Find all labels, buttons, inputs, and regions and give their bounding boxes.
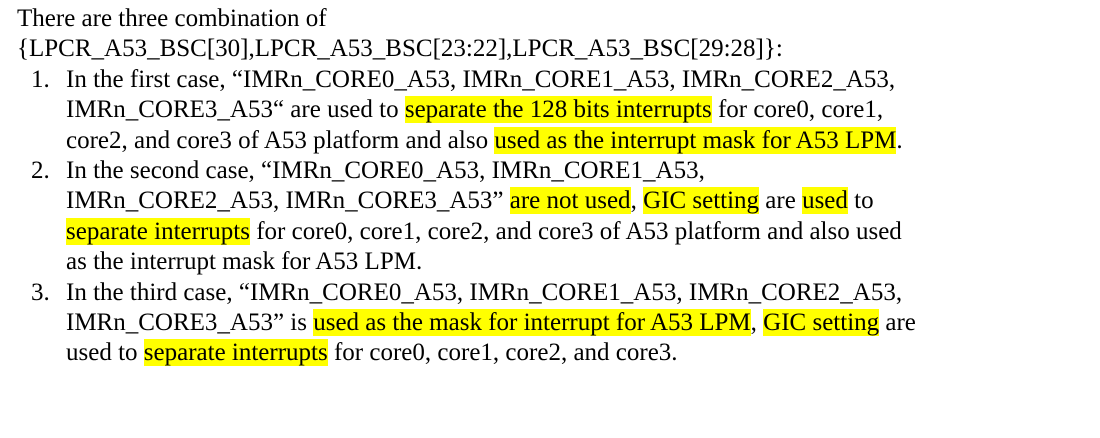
highlighted-text: are not used [509,187,631,215]
list-number: 3. [31,278,50,306]
item-3-line-1: In the third case, “IMRn_CORE0_A53, IMRn… [66,278,903,306]
text-segment: , [750,309,764,337]
text-segment: for core0, core1, core2, and core3 of A5… [249,217,902,245]
text-segment: . [896,126,903,154]
item-2-line-4: as the interrupt mask for A53 LPM. [66,248,423,276]
text-segment: , [630,187,644,215]
text-segment: for core0, core1, core2, and core3. [327,339,678,367]
document-body: There are three combination of {LPCR_A53… [17,4,1097,369]
highlighted-text: separate interrupts [66,217,250,245]
highlighted-text: separate interrupts [143,339,328,367]
list-item-2: 2. In the second case, “IMRn_CORE0_A53, … [17,156,1097,278]
list-item-1: 1. In the first case, “IMRn_CORE0_A53, I… [17,65,1097,156]
text-segment: IMRn_CORE2_A53, IMRn_CORE3_A53” [66,187,510,215]
intro-line-1: There are three combination of [17,5,327,32]
highlighted-text: GIC setting [763,309,880,337]
item-2-line-1: In the second case, “IMRn_CORE0_A53, IMR… [66,157,705,185]
intro-line-2: {LPCR_A53_BSC[30],LPCR_A53_BSC[23:22],LP… [17,35,783,63]
highlighted-text: used [802,187,848,215]
highlighted-text: separate the 128 bits interrupts [404,96,712,124]
text-segment: are [879,309,916,337]
highlighted-text: used as the mask for interrupt for A53 L… [313,309,751,337]
text-segment: IMRn_CORE3_A53” is [66,309,314,337]
item-3-line-2: IMRn_CORE3_A53” is used as the mask for … [66,308,1097,338]
list-item-3: 3. In the third case, “IMRn_CORE0_A53, I… [17,278,1097,369]
text-segment: used to [66,339,144,367]
item-2-line-2: IMRn_CORE2_A53, IMRn_CORE3_A53” are not … [66,186,1097,216]
item-2-line-3: separate interrupts for core0, core1, co… [66,217,1097,247]
list-number: 1. [31,65,50,93]
item-1-line-1: In the first case, “IMRn_CORE0_A53, IMRn… [66,65,896,93]
highlighted-text: used as the interrupt mask for A53 LPM [494,126,897,154]
item-1-line-3: core2, and core3 of A53 platform and als… [66,126,1097,156]
highlighted-text: GIC setting [643,187,760,215]
text-segment: to [847,187,874,215]
text-segment: are [759,187,803,215]
item-3-line-3: used to separate interrupts for core0, c… [66,338,1097,368]
text-segment: IMRn_CORE3_A53“ are used to [66,96,405,124]
text-segment: core2, and core3 of A53 platform and als… [66,126,495,154]
item-1-line-2: IMRn_CORE3_A53“ are used to separate the… [66,95,1097,125]
text-segment: for core0, core1, [711,96,884,124]
list-number: 2. [31,157,50,185]
